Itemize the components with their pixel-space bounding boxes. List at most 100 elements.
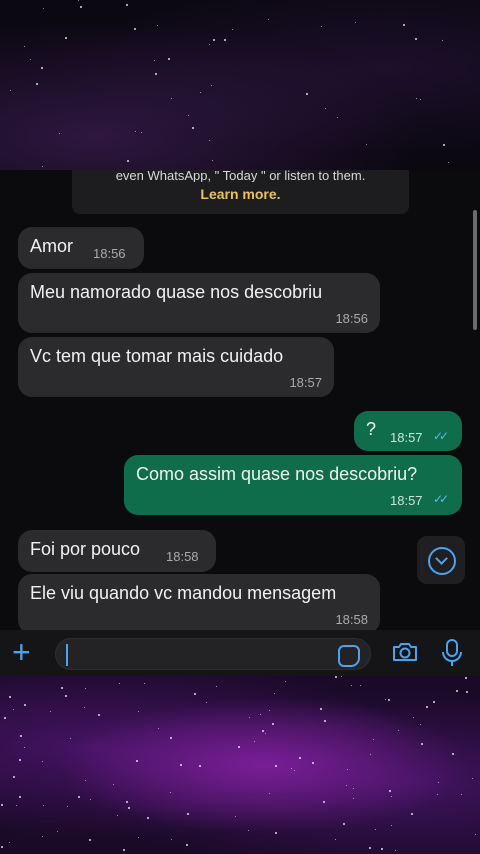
star-decoration (360, 685, 361, 686)
star-decoration (67, 806, 68, 807)
star-decoration (135, 131, 136, 132)
star-decoration (437, 794, 438, 795)
message-input-field[interactable] (55, 638, 371, 670)
star-decoration (235, 816, 236, 817)
star-decoration (89, 839, 91, 841)
star-decoration (413, 717, 414, 718)
star-decoration (456, 690, 458, 692)
star-decoration (420, 99, 421, 100)
star-decoration (355, 22, 356, 23)
star-decoration (212, 160, 213, 161)
star-decoration (275, 765, 277, 767)
sticker-icon[interactable] (338, 645, 360, 667)
message-bubble-incoming[interactable]: Vc tem que tomar mais cuidado 18:57 (18, 337, 334, 397)
message-text: Amor (30, 236, 74, 256)
star-decoration (70, 738, 71, 739)
star-decoration (90, 799, 91, 800)
star-decoration (353, 788, 354, 789)
star-decoration (341, 676, 342, 677)
star-decoration (180, 764, 182, 766)
star-decoration (421, 743, 423, 745)
learn-more-link[interactable]: Learn more. (72, 186, 409, 202)
star-decoration (325, 108, 326, 109)
star-decoration (170, 737, 172, 739)
star-decoration (80, 6, 82, 8)
star-decoration (128, 807, 130, 809)
star-decoration (1, 804, 3, 806)
star-decoration (395, 850, 396, 851)
message-time: 18:57 (390, 430, 423, 445)
star-decoration (438, 782, 439, 783)
message-text: Meu namorado quase nos descobriu (30, 282, 323, 302)
message-bubble-outgoing[interactable]: Como assim quase nos descobriu? 18:57 ✓✓ (124, 455, 462, 515)
star-decoration (59, 133, 60, 134)
star-decoration (200, 92, 201, 93)
star-decoration (1, 846, 3, 848)
star-decoration (398, 730, 399, 731)
star-decoration (385, 699, 386, 700)
star-decoration (42, 761, 43, 762)
message-bubble-incoming[interactable]: Meu namorado quase nos descobriu 18:56 (18, 273, 380, 333)
scroll-to-bottom-button[interactable] (417, 536, 465, 584)
message-text: Foi por pouco (30, 539, 141, 559)
star-decoration (268, 19, 269, 20)
star-decoration (323, 801, 325, 803)
star-decoration (24, 46, 25, 47)
star-decoration (168, 58, 170, 60)
star-decoration (448, 162, 449, 163)
star-decoration (461, 794, 462, 795)
star-decoration (291, 768, 292, 769)
star-decoration (254, 741, 255, 742)
star-decoration (127, 160, 129, 162)
star-decoration (260, 714, 261, 715)
message-bubble-incoming[interactable]: Amor 18:56 (18, 227, 144, 269)
star-decoration (13, 776, 15, 778)
star-decoration (269, 710, 270, 711)
star-decoration (138, 837, 139, 838)
star-decoration (347, 769, 348, 770)
message-bubble-outgoing[interactable]: ? 18:57 ✓✓ (354, 411, 462, 451)
star-decoration (43, 805, 44, 806)
camera-icon[interactable] (392, 642, 418, 662)
star-decoration (306, 93, 308, 95)
message-list[interactable]: even WhatsApp, " Today " or listen to th… (0, 170, 480, 630)
star-decoration (415, 38, 417, 40)
star-decoration (465, 677, 467, 679)
star-decoration (9, 842, 10, 843)
star-decoration (24, 704, 26, 706)
star-decoration (126, 801, 128, 803)
star-decoration (78, 0, 79, 1)
scrollbar[interactable] (473, 210, 477, 330)
star-decoration (41, 67, 43, 69)
message-input[interactable] (66, 643, 330, 667)
star-decoration (171, 98, 172, 99)
star-decoration (78, 796, 80, 798)
double-check-icon: ✓✓ (433, 492, 449, 506)
star-decoration (154, 60, 155, 61)
star-decoration (85, 780, 86, 781)
star-decoration (420, 724, 421, 725)
microphone-icon[interactable] (440, 639, 464, 667)
message-time: 18:57 (289, 375, 322, 390)
message-time: 18:58 (166, 549, 199, 564)
message-time: 18:57 (390, 493, 423, 508)
compose-bar: + (0, 630, 480, 676)
star-decoration (141, 132, 142, 133)
star-decoration (248, 830, 249, 831)
star-decoration (373, 739, 374, 740)
message-bubble-incoming[interactable]: Ele viu quando vc mandou mensagem 18:58 (18, 574, 380, 630)
star-decoration (346, 785, 347, 786)
star-decoration (126, 4, 128, 6)
star-decoration (36, 83, 38, 85)
star-decoration (335, 676, 337, 678)
star-decoration (65, 695, 67, 697)
star-decoration (351, 685, 352, 686)
message-bubble-incoming[interactable]: Foi por pouco 18:58 (18, 530, 216, 572)
plus-icon[interactable]: + (12, 636, 31, 668)
star-decoration (20, 735, 22, 737)
star-decoration (209, 44, 210, 45)
star-decoration (466, 691, 468, 693)
star-decoration (84, 707, 85, 708)
star-decoration (320, 708, 322, 710)
star-decoration (238, 746, 240, 748)
